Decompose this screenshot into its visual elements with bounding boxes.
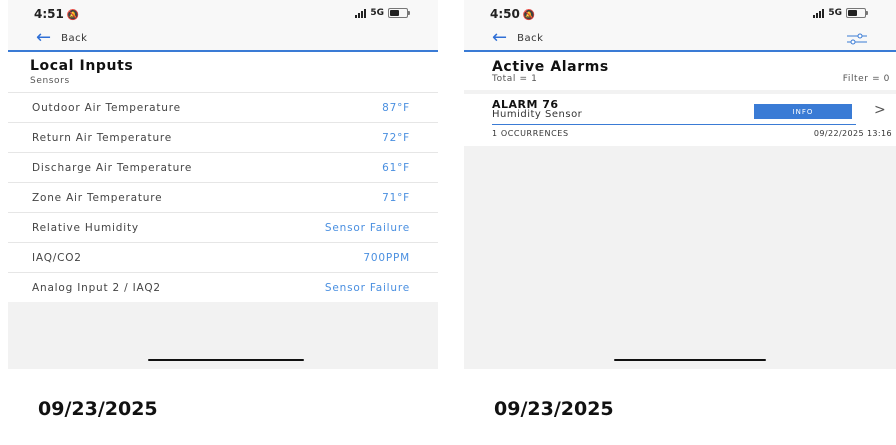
back-label: Back: [61, 32, 88, 44]
sensor-row-relative-humidity[interactable]: Relative Humidity Sensor Failure: [8, 212, 438, 242]
sensor-value: 87°F: [382, 101, 410, 114]
mute-bell-icon: 🔕: [66, 10, 80, 21]
home-indicator[interactable]: [614, 359, 766, 361]
alarm-occurrences: 1 OCCURRENCES: [492, 129, 569, 138]
alarm-total: Total = 1: [492, 74, 538, 84]
sensor-list: Outdoor Air Temperature 87°F Return Air …: [8, 92, 438, 302]
sensor-label: IAQ/CO2: [32, 251, 82, 264]
date-stamp: 09/23/2025: [38, 398, 158, 420]
status-indicators: 5G: [355, 8, 410, 18]
alarm-card[interactable]: ALARM 76 Humidity Sensor INFO > 1 OCCURR…: [464, 94, 896, 146]
section-header: Local Inputs Sensors: [8, 52, 438, 92]
local-inputs-phone: 4:51 🔕 5G ← Back Local Inputs Sensors Out…: [8, 0, 438, 445]
sensor-row-outdoor-air[interactable]: Outdoor Air Temperature 87°F: [8, 92, 438, 122]
alarm-timestamp: 09/22/2025 13:16: [813, 129, 892, 138]
battery-icon: [846, 8, 868, 18]
status-bar: 4:50 🔕 5G: [464, 0, 896, 28]
network-type: 5G: [828, 8, 842, 18]
signal-icon: [813, 8, 825, 18]
alarm-divider: [492, 124, 856, 125]
sensor-value: 61°F: [382, 161, 410, 174]
status-time: 4:50 🔕: [490, 7, 536, 21]
alarm-filter-count: Filter = 0: [842, 74, 890, 84]
alarm-description: Humidity Sensor: [492, 109, 583, 120]
sensor-value: 72°F: [382, 131, 410, 144]
chevron-right-icon[interactable]: >: [874, 102, 886, 118]
sensor-row-iaq-co2[interactable]: IAQ/CO2 700PPM: [8, 242, 438, 272]
sensor-label: Relative Humidity: [32, 221, 139, 234]
sensor-row-return-air[interactable]: Return Air Temperature 72°F: [8, 122, 438, 152]
status-bar: 4:51 🔕 5G: [8, 0, 438, 28]
severity-badge: INFO: [754, 104, 852, 119]
back-label: Back: [517, 32, 544, 44]
nav-bar: ← Back: [464, 28, 896, 52]
sensor-value: Sensor Failure: [324, 221, 410, 234]
battery-icon: [388, 8, 410, 18]
section-header: Active Alarms Total = 1 Filter = 0: [464, 52, 896, 90]
sensor-row-zone-air[interactable]: Zone Air Temperature 71°F: [8, 182, 438, 212]
sensor-label: Analog Input 2 / IAQ2: [32, 281, 161, 294]
home-indicator[interactable]: [148, 359, 304, 361]
active-alarms-phone: 4:50🔕 5G ← Back Active Alarms Total = 1: [464, 0, 896, 445]
status-indicators: 5G: [813, 8, 868, 18]
local-inputs-screen: 4:51 🔕 5G ← Back Local Inputs Sensors Out…: [8, 0, 438, 369]
nav-bar: ← Back: [8, 28, 438, 52]
sensor-label: Return Air Temperature: [32, 131, 173, 144]
section-subtitle: Sensors: [30, 76, 70, 86]
sensor-label: Zone Air Temperature: [32, 191, 163, 204]
page-title: Local Inputs: [30, 58, 134, 74]
sensor-value: Sensor Failure: [324, 281, 410, 294]
status-time: 4:51 🔕: [34, 7, 80, 21]
active-alarms-screen: 4:50🔕 5G ← Back Active Alarms Total = 1: [464, 0, 896, 369]
back-button[interactable]: ← Back: [492, 29, 543, 47]
sensor-value: 700PPM: [363, 251, 410, 264]
sensor-row-discharge-air[interactable]: Discharge Air Temperature 61°F: [8, 152, 438, 182]
back-button[interactable]: ← Back: [36, 29, 87, 47]
signal-icon: [355, 8, 367, 18]
sensor-row-analog-input-2[interactable]: Analog Input 2 / IAQ2 Sensor Failure: [8, 272, 438, 302]
sensor-label: Discharge Air Temperature: [32, 161, 193, 174]
back-arrow-icon: ←: [492, 27, 508, 48]
network-type: 5G: [370, 8, 384, 18]
sensor-label: Outdoor Air Temperature: [32, 101, 181, 114]
page-title: Active Alarms: [492, 59, 609, 75]
date-stamp: 09/23/2025: [494, 398, 614, 420]
sensor-value: 71°F: [382, 191, 410, 204]
filter-sliders-icon[interactable]: [846, 33, 868, 45]
mute-bell-icon: 🔕: [522, 10, 536, 21]
back-arrow-icon: ←: [36, 27, 52, 48]
